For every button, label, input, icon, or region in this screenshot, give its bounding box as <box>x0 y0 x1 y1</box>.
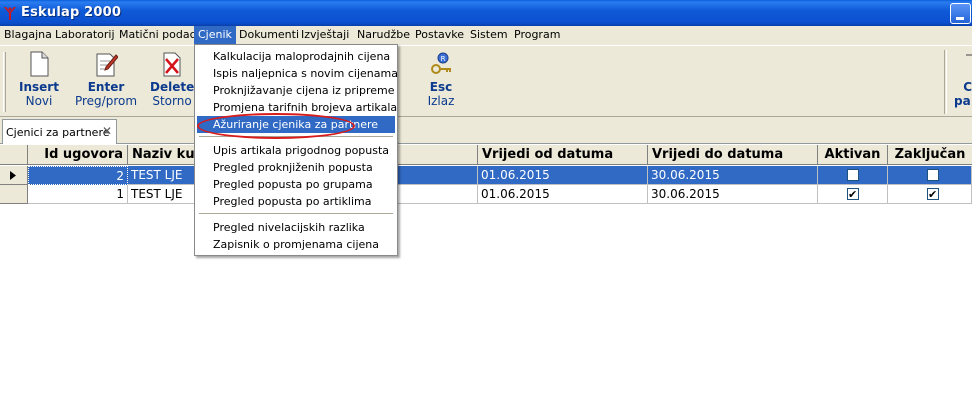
table-cell-od[interactable]: 01.06.2015 <box>478 185 648 204</box>
svg-text:R: R <box>441 55 446 63</box>
menu-item-promjena-tarifnih-brojeva[interactable]: Promjena tarifnih brojeva artikala <box>197 99 397 116</box>
zakljucan-checkbox[interactable] <box>927 169 939 181</box>
zakljucan-checkbox[interactable] <box>927 186 939 203</box>
menu-item-kalkulacija[interactable]: Kalkulacija maloprodajnih cijena <box>197 48 395 65</box>
insert-action-label: Novi <box>25 94 53 108</box>
menu-item-proknjizavanje-cijena[interactable]: Proknjižavanje cijena iz pripreme <box>197 82 395 99</box>
table-cell-od[interactable]: 01.06.2015 <box>478 166 648 185</box>
key-icon: R <box>431 52 451 74</box>
menu-dokumenti[interactable]: Dokumenti <box>235 26 303 45</box>
delete-button[interactable]: Delete Storno <box>150 51 194 108</box>
partial-action-label: pa <box>954 94 971 108</box>
tab-strip: Cjenici za partnere ✕ <box>0 117 972 144</box>
partial-toolbar-button[interactable]: C pa <box>954 51 972 108</box>
menu-item-pregled-popusta-grupe[interactable]: Pregled popusta po grupama <box>197 176 395 193</box>
row-indicator[interactable] <box>0 166 28 185</box>
table-cell-zakljucan[interactable] <box>888 185 972 204</box>
window-title: Eskulap 2000 <box>21 5 122 20</box>
insert-button[interactable]: Insert Novi <box>18 51 60 108</box>
esc-button[interactable]: R Esc Izlaz <box>422 51 460 108</box>
cjenik-dropdown-menu: Kalkulacija maloprodajnih cijena Ispis n… <box>194 44 398 256</box>
table-cell-aktivan[interactable] <box>818 166 888 185</box>
menu-item-zapisnik-promjena[interactable]: Zapisnik o promjenama cijena <box>197 236 395 253</box>
new-document-icon <box>30 51 49 77</box>
column-header-vrijedi-od[interactable]: Vrijedi od datuma <box>478 145 648 165</box>
aktivan-checkbox[interactable] <box>847 186 859 203</box>
menu-bar: Blagajna Laboratorij Matični podaci Cjen… <box>0 26 972 45</box>
table-cell-zakljucan[interactable] <box>888 166 972 185</box>
menu-cjenik[interactable]: Cjenik <box>194 26 236 45</box>
enter-key-label: Enter <box>87 80 125 94</box>
toolbar: Insert Novi Enter Preg/prom Delete Storn… <box>0 45 972 117</box>
menu-narudzbe[interactable]: Narudžbe <box>353 26 414 45</box>
enter-action-label: Preg/prom <box>74 94 138 108</box>
column-header-zakljucan[interactable]: Zaključan <box>888 145 972 165</box>
partial-button-icon <box>966 54 972 56</box>
row-indicator-header <box>0 145 28 165</box>
table-cell-do[interactable]: 30.06.2015 <box>648 185 818 204</box>
menu-separator <box>199 136 393 138</box>
current-row-arrow-icon <box>10 171 16 180</box>
delete-action-label: Storno <box>152 94 192 108</box>
column-header-vrijedi-do[interactable]: Vrijedi do datuma <box>648 145 818 165</box>
menu-blagajna[interactable]: Blagajna <box>0 26 56 45</box>
esc-action-label: Izlaz <box>427 94 455 108</box>
esc-key-label: Esc <box>429 80 453 94</box>
menu-program[interactable]: Program <box>510 26 564 45</box>
menu-item-azuriranje-cjenika[interactable]: Ažuriranje cjenika za partnere <box>197 116 395 133</box>
tab-cjenici-za-partnere[interactable]: Cjenici za partnere ✕ <box>2 119 117 144</box>
table-cell-id[interactable]: 1 <box>28 185 128 204</box>
delete-key-label: Delete <box>150 80 195 94</box>
menu-separator <box>199 213 393 215</box>
row-indicator[interactable] <box>0 185 28 204</box>
menu-item-pregled-nivelacijskih-razlika[interactable]: Pregled nivelacijskih razlika <box>197 219 395 236</box>
edit-document-icon <box>96 53 118 77</box>
menu-item-pregled-proknjizenih-popusta[interactable]: Pregled proknjiženih popusta <box>197 159 395 176</box>
menu-item-ispis-naljepnica[interactable]: Ispis naljepnica s novim cijenama <box>197 65 398 82</box>
menu-sistem[interactable]: Sistem <box>466 26 512 45</box>
table-cell-aktivan[interactable] <box>818 185 888 204</box>
close-tab-icon[interactable]: ✕ <box>102 124 112 138</box>
title-bar: Eskulap 2000 <box>0 0 972 26</box>
minimize-button[interactable] <box>950 3 971 24</box>
column-header-aktivan[interactable]: Aktivan <box>818 145 888 165</box>
menu-maticni-podaci[interactable]: Matični podaci <box>115 26 203 45</box>
menu-izvjestaji[interactable]: Izvještaji <box>297 26 353 45</box>
delete-document-icon <box>163 52 181 77</box>
menu-postavke[interactable]: Postavke <box>411 26 468 45</box>
menu-item-upis-prigodnog-popusta[interactable]: Upis artikala prigodnog popusta <box>197 142 395 159</box>
table-cell-id[interactable]: 2 <box>28 166 128 185</box>
tab-label: Cjenici za partnere <box>6 126 110 139</box>
column-header-id-ugovora[interactable]: Id ugovora <box>28 145 128 165</box>
app-logo-icon <box>4 7 16 20</box>
toolbar-separator <box>944 50 947 114</box>
menu-laboratorij[interactable]: Laboratorij <box>51 26 119 45</box>
menu-item-pregled-popusta-artikli[interactable]: Pregled popusta po artiklima <box>197 193 395 210</box>
toolbar-grip[interactable] <box>3 52 6 112</box>
partial-key-label: C <box>963 80 972 94</box>
enter-button[interactable]: Enter Preg/prom <box>74 51 138 108</box>
table-cell-do[interactable]: 30.06.2015 <box>648 166 818 185</box>
aktivan-checkbox[interactable] <box>847 169 859 181</box>
insert-key-label: Insert <box>19 80 59 94</box>
